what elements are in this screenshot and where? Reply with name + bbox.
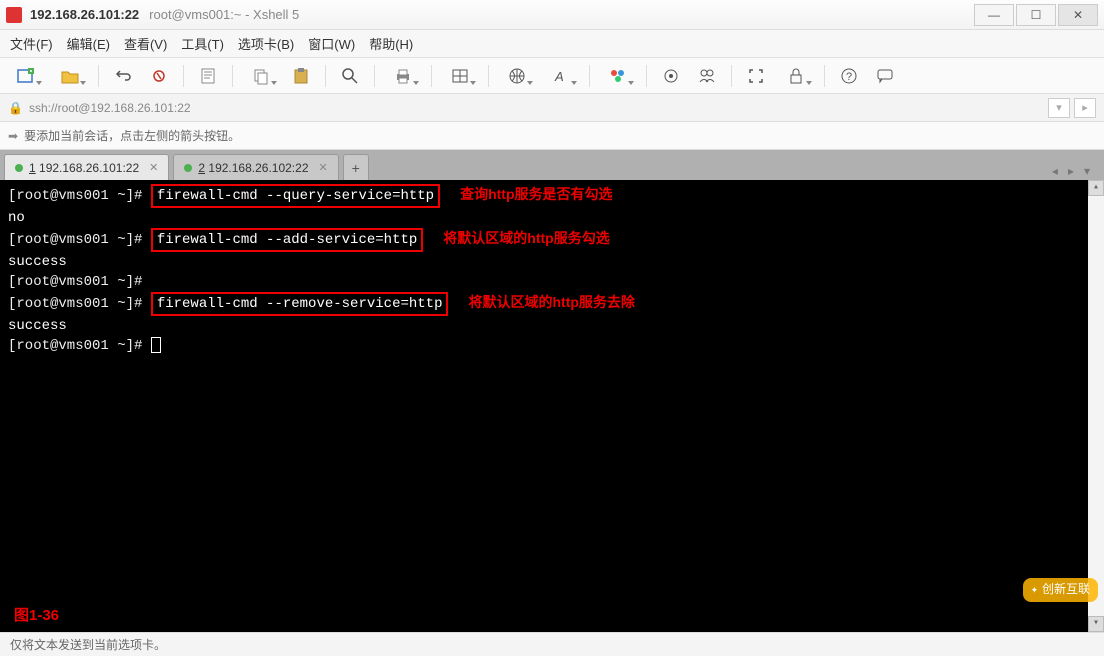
close-button[interactable]: ✕ — [1058, 4, 1098, 26]
terminal-output: success — [8, 316, 1096, 336]
tab-index: 2 — [198, 161, 205, 175]
font-button[interactable]: A — [543, 63, 579, 89]
tab-label: 192.168.26.101:22 — [39, 161, 139, 175]
paste-button[interactable] — [287, 63, 315, 89]
find-button[interactable] — [336, 63, 364, 89]
terminal-command: firewall-cmd --query-service=http — [151, 184, 440, 208]
annotation-text: 将默认区域的http服务去除 — [468, 294, 634, 310]
terminal-prompt: [root@vms001 ~]# — [8, 296, 142, 312]
lock-button[interactable] — [778, 63, 814, 89]
terminal-prompt: [root@vms001 ~]# — [8, 188, 142, 204]
status-text: 仅将文本发送到当前选项卡。 — [10, 636, 166, 653]
watermark: 创新互联 — [1023, 578, 1098, 602]
scroll-down-button[interactable]: ▾ — [1088, 616, 1104, 632]
annotation-text: 查询http服务是否有勾选 — [460, 186, 612, 202]
terminal-prompt: [root@vms001 ~]# — [8, 338, 142, 354]
language-button[interactable] — [499, 63, 535, 89]
menu-bar: 文件(F) 编辑(E) 查看(V) 工具(T) 选项卡(B) 窗口(W) 帮助(… — [0, 30, 1104, 58]
address-go-button[interactable]: ▸ — [1074, 98, 1096, 118]
session-tab-bar: 1 192.168.26.101:22 ✕ 2 192.168.26.102:2… — [0, 150, 1104, 180]
tab-index: 1 — [29, 161, 36, 175]
svg-text:?: ? — [846, 71, 852, 83]
fullscreen-button[interactable] — [742, 63, 770, 89]
chat-button[interactable] — [871, 63, 899, 89]
tab-next-button[interactable]: ▸ — [1064, 162, 1078, 180]
close-tab-icon[interactable]: ✕ — [319, 161, 328, 174]
menu-edit[interactable]: 编辑(E) — [67, 34, 110, 53]
hint-bar: ➡ 要添加当前会话，点击左侧的箭头按钮。 — [0, 122, 1104, 150]
copy-button[interactable] — [243, 63, 279, 89]
session-tab-1[interactable]: 1 192.168.26.101:22 ✕ — [4, 154, 169, 180]
status-dot-icon — [184, 164, 192, 172]
script-button[interactable] — [657, 63, 685, 89]
terminal-prompt: [root@vms001 ~]# — [8, 232, 142, 248]
add-tab-button[interactable]: + — [343, 154, 369, 180]
scroll-up-button[interactable]: ▴ — [1088, 180, 1104, 196]
menu-help[interactable]: 帮助(H) — [369, 34, 413, 53]
users-button[interactable] — [693, 63, 721, 89]
minimize-button[interactable]: — — [974, 4, 1014, 26]
layout-button[interactable] — [442, 63, 478, 89]
arrow-icon[interactable]: ➡ — [8, 129, 18, 143]
toolbar: A ? — [0, 58, 1104, 94]
print-button[interactable] — [385, 63, 421, 89]
menu-tabs[interactable]: 选项卡(B) — [238, 34, 294, 53]
terminal-output: success — [8, 252, 1096, 272]
menu-tools[interactable]: 工具(T) — [181, 34, 224, 53]
help-button[interactable]: ? — [835, 63, 863, 89]
new-session-button[interactable] — [8, 63, 44, 89]
window-title-main: 192.168.26.101:22 — [30, 7, 139, 22]
menu-file[interactable]: 文件(F) — [10, 34, 53, 53]
reconnect-button[interactable] — [109, 63, 137, 89]
hint-text: 要添加当前会话，点击左侧的箭头按钮。 — [24, 127, 240, 144]
color-button[interactable] — [600, 63, 636, 89]
lock-icon: 🔒 — [8, 101, 23, 115]
maximize-button[interactable]: ☐ — [1016, 4, 1056, 26]
close-tab-icon[interactable]: ✕ — [149, 161, 158, 174]
address-text[interactable]: ssh://root@192.168.26.101:22 — [29, 101, 1044, 115]
tab-nav: ◂ ▸ ▾ — [1048, 162, 1100, 180]
status-dot-icon — [15, 164, 23, 172]
session-tab-2[interactable]: 2 192.168.26.102:22 ✕ — [173, 154, 338, 180]
address-dropdown-button[interactable]: ▾ — [1048, 98, 1070, 118]
app-logo-icon — [6, 7, 22, 23]
terminal-output: no — [8, 208, 1096, 228]
properties-button[interactable] — [194, 63, 222, 89]
disconnect-button[interactable] — [145, 63, 173, 89]
scroll-track[interactable] — [1088, 196, 1104, 616]
title-bar: 192.168.26.101:22 root@vms001:~ - Xshell… — [0, 0, 1104, 30]
address-bar: 🔒 ssh://root@192.168.26.101:22 ▾ ▸ — [0, 94, 1104, 122]
terminal-prompt: [root@vms001 ~]# — [8, 274, 142, 290]
watermark-text: 创新互联 — [1042, 580, 1090, 600]
tab-list-button[interactable]: ▾ — [1080, 162, 1094, 180]
figure-label: 图1-36 — [14, 606, 59, 626]
terminal[interactable]: [root@vms001 ~]# firewall-cmd --query-se… — [0, 180, 1104, 632]
svg-text:A: A — [554, 69, 564, 84]
status-bar: 仅将文本发送到当前选项卡。 — [0, 632, 1104, 656]
tab-prev-button[interactable]: ◂ — [1048, 162, 1062, 180]
terminal-command: firewall-cmd --add-service=http — [151, 228, 423, 252]
menu-view[interactable]: 查看(V) — [124, 34, 167, 53]
open-button[interactable] — [52, 63, 88, 89]
tab-label: 192.168.26.102:22 — [208, 161, 308, 175]
window-title-sub: root@vms001:~ - Xshell 5 — [149, 7, 299, 22]
menu-window[interactable]: 窗口(W) — [308, 34, 355, 53]
cursor-icon — [151, 337, 161, 353]
annotation-text: 将默认区域的http服务勾选 — [443, 230, 609, 246]
terminal-command: firewall-cmd --remove-service=http — [151, 292, 449, 316]
terminal-scrollbar[interactable]: ▴ ▾ — [1088, 180, 1104, 632]
